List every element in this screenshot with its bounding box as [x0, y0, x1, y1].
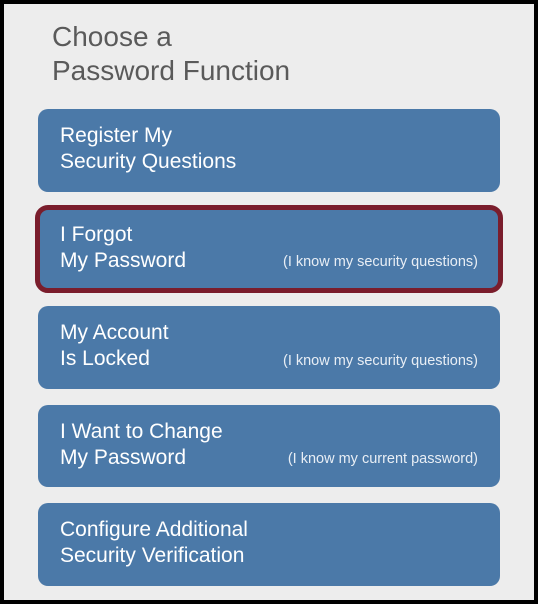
- forgot-password-button[interactable]: I Forgot My Password (I know my security…: [38, 208, 500, 291]
- option-label: I Want to Change My Password: [60, 419, 223, 472]
- title-line-2: Password Function: [52, 54, 500, 88]
- option-label: Register My Security Questions: [60, 123, 236, 176]
- option-sublabel: (I know my security questions): [283, 254, 478, 274]
- option-list: Register My Security Questions I Forgot …: [38, 109, 500, 586]
- configure-security-verification-button[interactable]: Configure Additional Security Verificati…: [38, 503, 500, 586]
- register-security-questions-button[interactable]: Register My Security Questions: [38, 109, 500, 192]
- option-label: I Forgot My Password: [60, 222, 186, 275]
- option-sublabel: (I know my security questions): [283, 353, 478, 373]
- password-function-panel: Choose a Password Function Register My S…: [0, 0, 538, 604]
- title-line-1: Choose a: [52, 20, 500, 54]
- page-title: Choose a Password Function: [52, 20, 500, 87]
- change-password-button[interactable]: I Want to Change My Password (I know my …: [38, 405, 500, 488]
- option-sublabel: (I know my current password): [288, 451, 478, 471]
- option-label: Configure Additional Security Verificati…: [60, 517, 248, 570]
- option-label: My Account Is Locked: [60, 320, 169, 373]
- account-locked-button[interactable]: My Account Is Locked (I know my security…: [38, 306, 500, 389]
